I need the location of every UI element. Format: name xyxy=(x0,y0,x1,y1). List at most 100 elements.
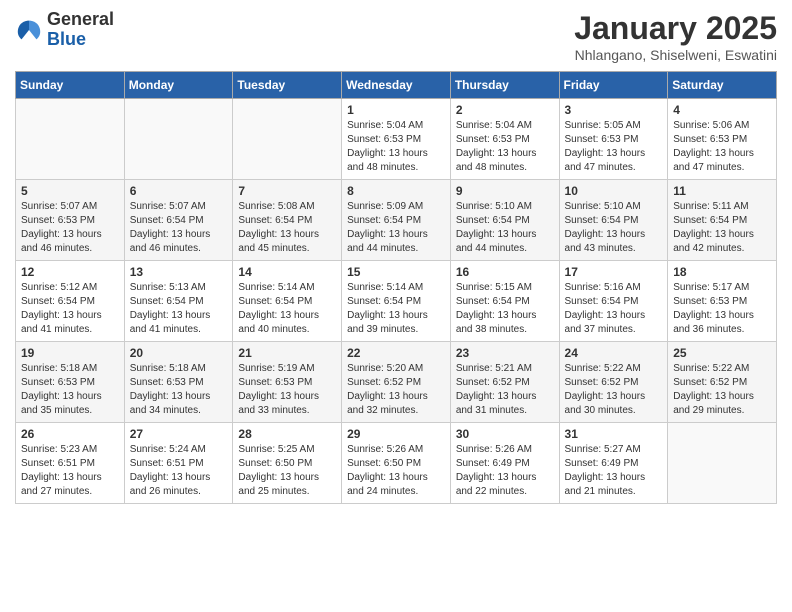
day-info: Sunrise: 5:18 AM Sunset: 6:53 PM Dayligh… xyxy=(21,362,119,418)
day-number: 1 xyxy=(347,103,445,117)
weekday-header-tuesday: Tuesday xyxy=(233,72,342,99)
day-number: 20 xyxy=(130,346,228,360)
day-info: Sunrise: 5:12 AM Sunset: 6:54 PM Dayligh… xyxy=(21,281,119,337)
day-number: 14 xyxy=(238,265,336,279)
calendar-day-cell: 15 Sunrise: 5:14 AM Sunset: 6:54 PM Dayli… xyxy=(342,261,451,342)
day-number: 3 xyxy=(565,103,663,117)
day-number: 8 xyxy=(347,184,445,198)
day-number: 27 xyxy=(130,427,228,441)
weekday-header-row: SundayMondayTuesdayWednesdayThursdayFrid… xyxy=(16,72,777,99)
day-number: 29 xyxy=(347,427,445,441)
day-number: 6 xyxy=(130,184,228,198)
day-info: Sunrise: 5:14 AM Sunset: 6:54 PM Dayligh… xyxy=(238,281,336,337)
calendar-day-cell: 4 Sunrise: 5:06 AM Sunset: 6:53 PM Daylig… xyxy=(668,99,777,180)
calendar-day-cell: 25 Sunrise: 5:22 AM Sunset: 6:52 PM Dayli… xyxy=(668,342,777,423)
calendar-day-cell: 8 Sunrise: 5:09 AM Sunset: 6:54 PM Daylig… xyxy=(342,180,451,261)
day-number: 21 xyxy=(238,346,336,360)
day-number: 26 xyxy=(21,427,119,441)
calendar-day-cell xyxy=(668,423,777,504)
calendar-day-cell: 6 Sunrise: 5:07 AM Sunset: 6:54 PM Daylig… xyxy=(124,180,233,261)
calendar-week-row: 5 Sunrise: 5:07 AM Sunset: 6:53 PM Daylig… xyxy=(16,180,777,261)
day-info: Sunrise: 5:22 AM Sunset: 6:52 PM Dayligh… xyxy=(673,362,771,418)
calendar-day-cell: 28Sunrise: 5:25 AM Sunset: 6:50 PM Dayli… xyxy=(233,423,342,504)
calendar-day-cell: 20Sunrise: 5:18 AM Sunset: 6:53 PM Dayli… xyxy=(124,342,233,423)
day-number: 11 xyxy=(673,184,771,198)
calendar-day-cell: 27 Sunrise: 5:24 AM Sunset: 6:51 PM Dayli… xyxy=(124,423,233,504)
day-info: Sunrise: 5:13 AM Sunset: 6:54 PM Dayligh… xyxy=(130,281,228,337)
day-number: 15 xyxy=(347,265,445,279)
day-number: 16 xyxy=(456,265,554,279)
calendar-day-cell: 22Sunrise: 5:20 AM Sunset: 6:52 PM Dayli… xyxy=(342,342,451,423)
calendar-day-cell: 26 Sunrise: 5:23 AM Sunset: 6:51 PM Dayli… xyxy=(16,423,125,504)
day-info: Sunrise: 5:22 AM Sunset: 6:52 PM Dayligh… xyxy=(565,362,663,418)
calendar-week-row: 1 Sunrise: 5:04 AM Sunset: 6:53 PM Daylig… xyxy=(16,99,777,180)
day-info: Sunrise: 5:08 AM Sunset: 6:54 PM Dayligh… xyxy=(238,200,336,256)
day-number: 30 xyxy=(456,427,554,441)
day-info: Sunrise: 5:16 AM Sunset: 6:54 PM Dayligh… xyxy=(565,281,663,337)
day-number: 17 xyxy=(565,265,663,279)
logo: General Blue xyxy=(15,10,114,50)
day-number: 10 xyxy=(565,184,663,198)
day-info: Sunrise: 5:04 AM Sunset: 6:53 PM Dayligh… xyxy=(347,119,445,175)
day-info: Sunrise: 5:26 AM Sunset: 6:50 PM Dayligh… xyxy=(347,443,445,499)
calendar-day-cell: 29 Sunrise: 5:26 AM Sunset: 6:50 PM Dayli… xyxy=(342,423,451,504)
day-info: Sunrise: 5:24 AM Sunset: 6:51 PM Dayligh… xyxy=(130,443,228,499)
calendar-day-cell: 21 Sunrise: 5:19 AM Sunset: 6:53 PM Dayli… xyxy=(233,342,342,423)
calendar-day-cell: 2Sunrise: 5:04 AM Sunset: 6:53 PM Daylig… xyxy=(450,99,559,180)
day-info: Sunrise: 5:06 AM Sunset: 6:53 PM Dayligh… xyxy=(673,119,771,175)
day-info: Sunrise: 5:19 AM Sunset: 6:53 PM Dayligh… xyxy=(238,362,336,418)
day-info: Sunrise: 5:27 AM Sunset: 6:49 PM Dayligh… xyxy=(565,443,663,499)
title-block: January 2025 Nhlangano, Shiselweni, Eswa… xyxy=(574,10,777,63)
day-number: 24 xyxy=(565,346,663,360)
calendar-day-cell xyxy=(233,99,342,180)
calendar-day-cell: 1 Sunrise: 5:04 AM Sunset: 6:53 PM Daylig… xyxy=(342,99,451,180)
day-number: 9 xyxy=(456,184,554,198)
day-info: Sunrise: 5:11 AM Sunset: 6:54 PM Dayligh… xyxy=(673,200,771,256)
day-info: Sunrise: 5:05 AM Sunset: 6:53 PM Dayligh… xyxy=(565,119,663,175)
day-number: 5 xyxy=(21,184,119,198)
weekday-header-wednesday: Wednesday xyxy=(342,72,451,99)
calendar-day-cell: 11 Sunrise: 5:11 AM Sunset: 6:54 PM Dayli… xyxy=(668,180,777,261)
calendar-week-row: 26 Sunrise: 5:23 AM Sunset: 6:51 PM Dayli… xyxy=(16,423,777,504)
weekday-header-friday: Friday xyxy=(559,72,668,99)
day-number: 25 xyxy=(673,346,771,360)
day-info: Sunrise: 5:20 AM Sunset: 6:52 PM Dayligh… xyxy=(347,362,445,418)
day-info: Sunrise: 5:23 AM Sunset: 6:51 PM Dayligh… xyxy=(21,443,119,499)
calendar-table: SundayMondayTuesdayWednesdayThursdayFrid… xyxy=(15,71,777,504)
calendar-day-cell: 16Sunrise: 5:15 AM Sunset: 6:54 PM Dayli… xyxy=(450,261,559,342)
day-number: 12 xyxy=(21,265,119,279)
day-number: 18 xyxy=(673,265,771,279)
calendar-day-cell xyxy=(16,99,125,180)
calendar-day-cell: 5 Sunrise: 5:07 AM Sunset: 6:53 PM Daylig… xyxy=(16,180,125,261)
day-number: 23 xyxy=(456,346,554,360)
day-info: Sunrise: 5:04 AM Sunset: 6:53 PM Dayligh… xyxy=(456,119,554,175)
weekday-header-saturday: Saturday xyxy=(668,72,777,99)
weekday-header-thursday: Thursday xyxy=(450,72,559,99)
calendar-day-cell: 9Sunrise: 5:10 AM Sunset: 6:54 PM Daylig… xyxy=(450,180,559,261)
day-info: Sunrise: 5:10 AM Sunset: 6:54 PM Dayligh… xyxy=(565,200,663,256)
day-number: 13 xyxy=(130,265,228,279)
day-number: 19 xyxy=(21,346,119,360)
calendar-day-cell: 23 Sunrise: 5:21 AM Sunset: 6:52 PM Dayli… xyxy=(450,342,559,423)
calendar-day-cell: 18 Sunrise: 5:17 AM Sunset: 6:53 PM Dayli… xyxy=(668,261,777,342)
calendar-day-cell: 19 Sunrise: 5:18 AM Sunset: 6:53 PM Dayli… xyxy=(16,342,125,423)
calendar-day-cell: 17 Sunrise: 5:16 AM Sunset: 6:54 PM Dayli… xyxy=(559,261,668,342)
day-number: 31 xyxy=(565,427,663,441)
day-info: Sunrise: 5:17 AM Sunset: 6:53 PM Dayligh… xyxy=(673,281,771,337)
day-info: Sunrise: 5:26 AM Sunset: 6:49 PM Dayligh… xyxy=(456,443,554,499)
day-number: 7 xyxy=(238,184,336,198)
calendar-day-cell: 24 Sunrise: 5:22 AM Sunset: 6:52 PM Dayli… xyxy=(559,342,668,423)
calendar-day-cell: 7 Sunrise: 5:08 AM Sunset: 6:54 PM Daylig… xyxy=(233,180,342,261)
day-info: Sunrise: 5:07 AM Sunset: 6:54 PM Dayligh… xyxy=(130,200,228,256)
day-info: Sunrise: 5:21 AM Sunset: 6:52 PM Dayligh… xyxy=(456,362,554,418)
calendar-day-cell: 10 Sunrise: 5:10 AM Sunset: 6:54 PM Dayli… xyxy=(559,180,668,261)
day-info: Sunrise: 5:14 AM Sunset: 6:54 PM Dayligh… xyxy=(347,281,445,337)
calendar-week-row: 12 Sunrise: 5:12 AM Sunset: 6:54 PM Dayli… xyxy=(16,261,777,342)
day-info: Sunrise: 5:09 AM Sunset: 6:54 PM Dayligh… xyxy=(347,200,445,256)
day-info: Sunrise: 5:07 AM Sunset: 6:53 PM Dayligh… xyxy=(21,200,119,256)
day-number: 4 xyxy=(673,103,771,117)
day-number: 28 xyxy=(238,427,336,441)
calendar-week-row: 19 Sunrise: 5:18 AM Sunset: 6:53 PM Dayli… xyxy=(16,342,777,423)
calendar-subtitle: Nhlangano, Shiselweni, Eswatini xyxy=(574,47,777,63)
logo-icon xyxy=(15,16,43,44)
